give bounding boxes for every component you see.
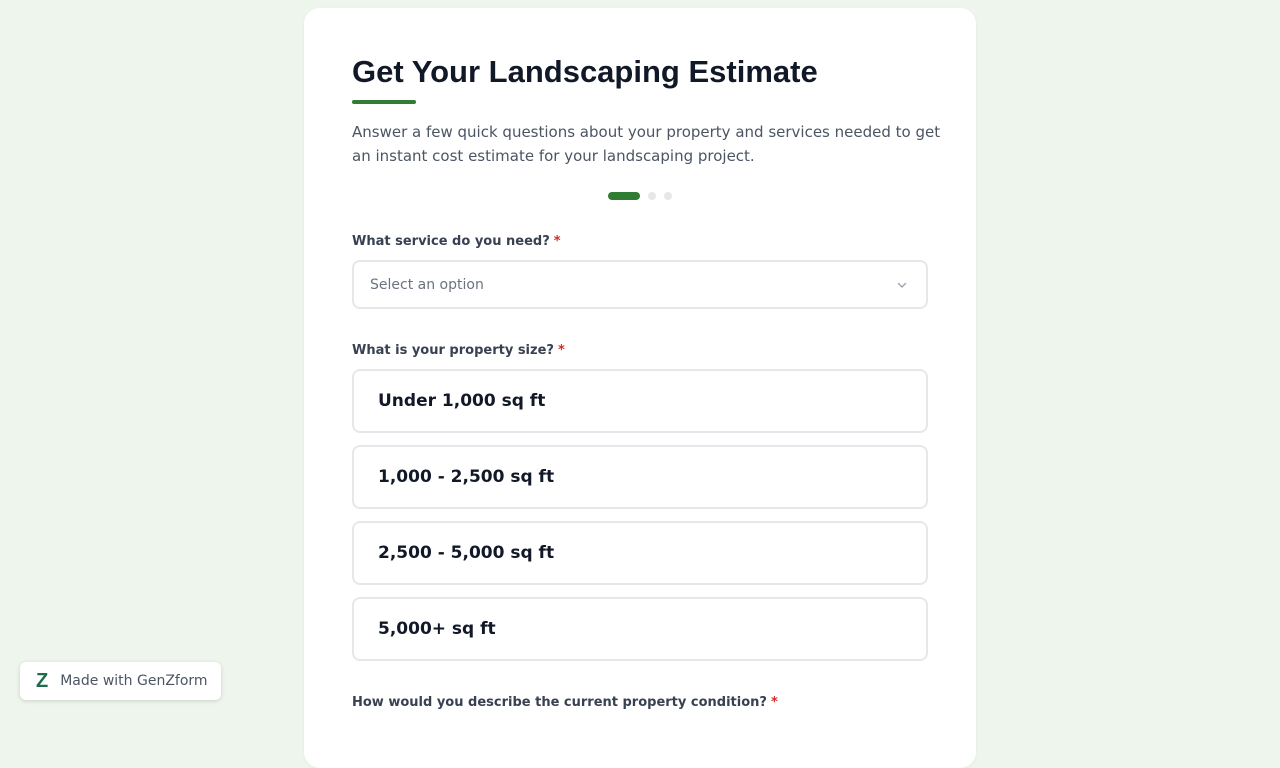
required-marker: * (553, 234, 561, 249)
page-title: Get Your Landscaping Estimate (352, 54, 818, 89)
title-underline (352, 100, 416, 104)
form-description: Answer a few quick questions about your … (352, 123, 941, 165)
chevron-down-icon (897, 282, 907, 288)
estimate-form-card: Get Your Landscaping Estimate Answer a f… (304, 8, 976, 768)
size-option-label: Under 1,000 sq ft (378, 391, 546, 411)
service-question-label: What service do you need? * (352, 234, 561, 249)
size-option-label: 1,000 - 2,500 sq ft (378, 467, 555, 487)
size-option-label: 5,000+ sq ft (378, 619, 496, 639)
step-progress-indicator (608, 192, 672, 200)
size-option-under-1000[interactable]: Under 1,000 sq ft (352, 369, 928, 433)
progress-dot-step-2 (648, 192, 656, 200)
required-marker: * (557, 343, 565, 358)
progress-dot-step-1 (608, 192, 640, 200)
required-marker: * (770, 695, 778, 710)
size-option-1000-2500[interactable]: 1,000 - 2,500 sq ft (352, 445, 928, 509)
made-with-genzform-badge[interactable]: Z Made with GenZform (20, 662, 221, 700)
size-question-text: What is your property size? (352, 343, 554, 358)
size-option-label: 2,500 - 5,000 sq ft (378, 543, 555, 563)
progress-dot-step-3 (664, 192, 672, 200)
size-option-5000-plus[interactable]: 5,000+ sq ft (352, 597, 928, 661)
service-select-placeholder: Select an option (370, 276, 484, 293)
service-select[interactable]: Select an option (352, 260, 928, 309)
genzform-logo-icon: Z (36, 670, 49, 692)
badge-text: Made with GenZform (60, 673, 208, 689)
condition-question-text: How would you describe the current prope… (352, 695, 767, 710)
size-question-label: What is your property size? * (352, 343, 565, 358)
condition-question-label: How would you describe the current prope… (352, 695, 778, 710)
service-question-text: What service do you need? (352, 234, 550, 249)
size-option-2500-5000[interactable]: 2,500 - 5,000 sq ft (352, 521, 928, 585)
